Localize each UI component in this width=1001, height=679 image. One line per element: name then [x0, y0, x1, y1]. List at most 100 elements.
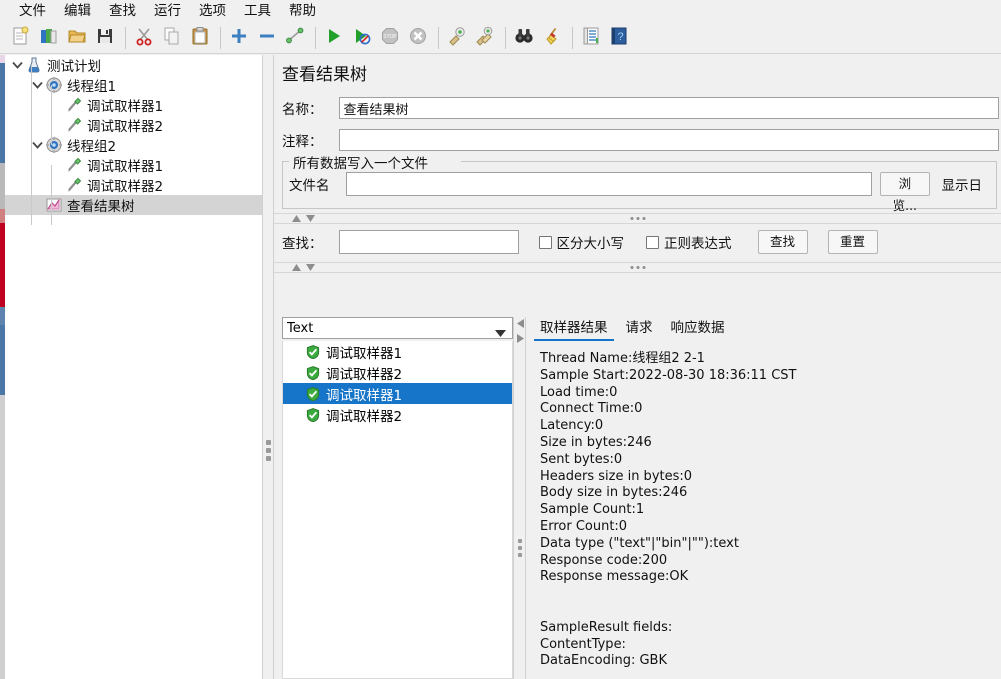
- triangle-up-icon: [292, 264, 301, 271]
- test-plan-tree[interactable]: 测试计划 线程组1 调试取样器1 调试取样器2 线程组2 调试取样器1 调试取样器2 查看结果…: [5, 55, 262, 679]
- plus-icon: [229, 26, 249, 50]
- menu-file[interactable]: 文件: [10, 1, 55, 21]
- result-item-1[interactable]: 调试取样器1: [283, 341, 512, 362]
- tab-sampler-result[interactable]: 取样器结果: [534, 314, 614, 341]
- result-line: DataEncoding: GBK: [540, 653, 667, 669]
- menu-bar: 文件 编辑 查找 运行 选项 工具 帮助: [0, 0, 1001, 22]
- filename-input[interactable]: [345, 172, 873, 196]
- result-line: Sample Start:2022-08-30 18:36:11 CST: [540, 367, 797, 383]
- minus-icon: [257, 26, 277, 50]
- result-item-label: 调试取样器2: [326, 366, 403, 383]
- debug-sampler-icon: [65, 96, 83, 114]
- jmeter-window: 文件 编辑 查找 运行 选项 工具 帮助 STOP? 测试计划 线程组1 调试取样器1 调试取样器…: [0, 0, 1001, 679]
- play-icon: [324, 26, 344, 50]
- result-line: [540, 586, 1001, 603]
- tree-node-label: 调试取样器1: [87, 159, 164, 175]
- splitter-arrows[interactable]: [292, 264, 315, 271]
- copy-button[interactable]: [159, 25, 185, 51]
- stop-button[interactable]: STOP: [377, 25, 403, 51]
- splitter-arrows[interactable]: [517, 319, 524, 343]
- tree-node-debug-sampler-2a[interactable]: 调试取样器2: [5, 115, 262, 135]
- case-sensitive-label: 区分大小写: [556, 236, 625, 252]
- chevron-down-icon[interactable]: [9, 57, 25, 73]
- open-button[interactable]: [64, 25, 90, 51]
- reset-button[interactable]: 重置: [827, 230, 878, 254]
- cut-button[interactable]: [131, 25, 157, 51]
- result-line: Latency:0: [540, 418, 604, 434]
- result-line: Response message:OK: [540, 569, 689, 585]
- clear-all-icon: [475, 26, 495, 50]
- toolbar: STOP?: [0, 22, 1001, 54]
- splitter-grip[interactable]: [266, 440, 271, 464]
- search-button[interactable]: [511, 25, 537, 51]
- tree-node-label: 调试取样器2: [87, 179, 164, 195]
- new-test-plan-button[interactable]: [8, 25, 34, 51]
- splitter-dots: [518, 539, 522, 560]
- reset-search-button[interactable]: [539, 25, 565, 51]
- horizontal-splitter-top[interactable]: [274, 213, 1001, 224]
- expand-all-button[interactable]: [226, 25, 252, 51]
- result-line: Sample Count:1: [540, 502, 645, 518]
- results-list[interactable]: 调试取样器1 调试取样器2 调试取样器1 调试取样器2: [282, 341, 513, 679]
- case-sensitive-checkbox[interactable]: 区分大小写: [538, 232, 633, 252]
- menu-tools[interactable]: 工具: [235, 1, 280, 21]
- tree-node-debug-sampler-1b[interactable]: 调试取样器1: [5, 155, 262, 175]
- templates-button[interactable]: [36, 25, 62, 51]
- clear-all-button[interactable]: [472, 25, 498, 51]
- start-no-pauses-button[interactable]: [349, 25, 375, 51]
- result-item-4[interactable]: 调试取样器2: [283, 404, 512, 425]
- tab-request[interactable]: 请求: [620, 314, 659, 341]
- sampler-result-text[interactable]: Thread Name:线程组2 2-1 Sample Start:2022-08…: [534, 343, 1001, 679]
- help-button[interactable]: ?: [606, 25, 632, 51]
- horizontal-splitter-bottom[interactable]: [274, 262, 1001, 273]
- result-line: Data type ("text"|"bin"|""):text: [540, 535, 739, 551]
- tree-node-label: 查看结果树: [67, 199, 135, 215]
- tab-response-data[interactable]: 响应数据: [665, 314, 731, 341]
- shutdown-button[interactable]: [405, 25, 431, 51]
- regex-label: 正则表达式: [664, 236, 732, 252]
- broom-icon: [542, 26, 562, 50]
- regex-checkbox[interactable]: 正则表达式: [646, 232, 740, 252]
- menu-help[interactable]: 帮助: [280, 1, 325, 21]
- tree-node-thread-group-2[interactable]: 线程组2: [5, 135, 262, 155]
- menu-edit[interactable]: 编辑: [55, 1, 100, 21]
- toggle-button[interactable]: [282, 25, 308, 51]
- tree-node-debug-sampler-2b[interactable]: 调试取样器2: [5, 175, 262, 195]
- cut-scissors-icon: [134, 26, 154, 50]
- menu-run[interactable]: 运行: [145, 1, 190, 21]
- result-line: Load time:0: [540, 384, 618, 400]
- menu-search[interactable]: 查找: [100, 1, 145, 21]
- search-input[interactable]: [338, 230, 519, 254]
- clear-button[interactable]: [444, 25, 470, 51]
- result-item-3[interactable]: 调试取样器1: [283, 383, 512, 404]
- triangle-left-icon: [517, 319, 524, 328]
- result-line: Response code:200: [540, 552, 668, 568]
- result-line: Size in bytes:246: [540, 434, 652, 450]
- tree-node-label: 线程组2: [67, 139, 117, 155]
- find-button[interactable]: 查找: [757, 230, 808, 254]
- name-input[interactable]: [338, 97, 999, 119]
- paste-button[interactable]: [187, 25, 213, 51]
- tree-node-debug-sampler-1a[interactable]: 调试取样器1: [5, 95, 262, 115]
- menu-options[interactable]: 选项: [190, 1, 235, 21]
- tree-node-test-plan[interactable]: 测试计划: [5, 55, 262, 75]
- test-plan-icon: [25, 56, 43, 74]
- collapse-all-button[interactable]: [254, 25, 280, 51]
- function-helper-button[interactable]: [578, 25, 604, 51]
- save-icon: [95, 26, 115, 50]
- renderer-select-value: Text: [287, 320, 314, 336]
- checkbox-box-icon: [646, 235, 659, 249]
- save-button[interactable]: [92, 25, 118, 51]
- browse-button[interactable]: 浏览...: [880, 172, 930, 213]
- start-button[interactable]: [321, 25, 347, 51]
- splitter-arrows[interactable]: [292, 215, 315, 222]
- result-line: Sent bytes:0: [540, 451, 623, 467]
- result-item-2[interactable]: 调试取样器2: [283, 362, 512, 383]
- comment-input[interactable]: [338, 129, 999, 151]
- tree-node-thread-group-1[interactable]: 线程组1: [5, 75, 262, 95]
- main-vertical-splitter[interactable]: [262, 55, 274, 679]
- tree-node-view-results-tree[interactable]: 查看结果树: [5, 195, 262, 215]
- results-left-pane: Text 调试取样器1 调试取样器2 调试取样器1 调试取样器2: [274, 317, 513, 679]
- renderer-select[interactable]: Text: [282, 317, 513, 339]
- results-vertical-splitter[interactable]: [513, 317, 526, 679]
